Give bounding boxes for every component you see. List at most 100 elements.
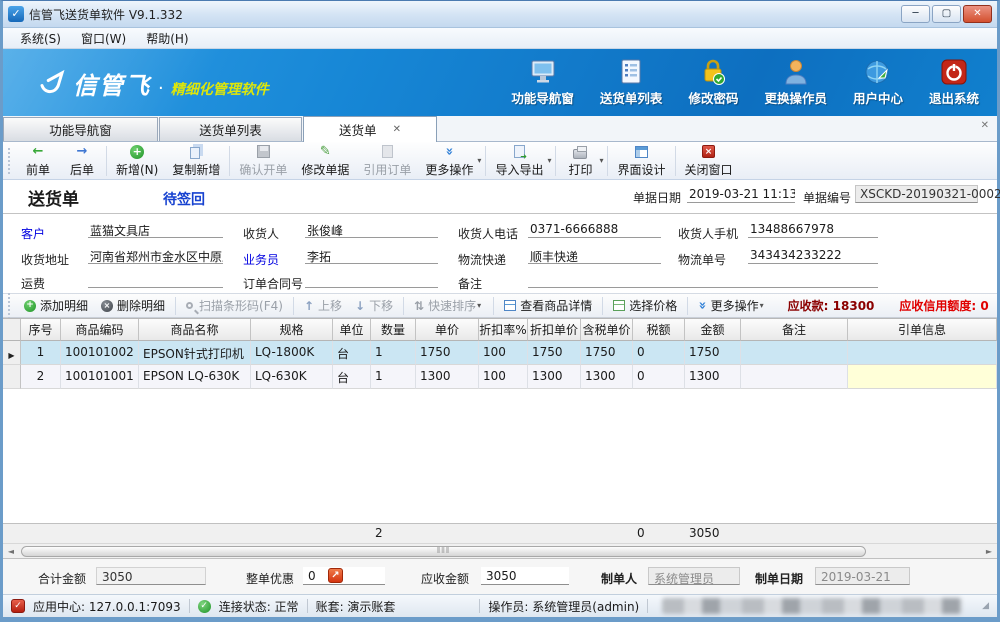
import-export-icon (514, 145, 525, 158)
col-header[interactable]: 引单信息 (848, 319, 997, 341)
tab-delivery-list[interactable]: 送货单列表 (159, 117, 302, 141)
create-date-field: 2019-03-21 (815, 567, 910, 585)
col-header[interactable]: 税额 (633, 319, 685, 341)
nav-delivery-list-button[interactable]: 送货单列表 (600, 58, 663, 107)
delete-detail-button[interactable]: ×删除明细 (96, 295, 170, 316)
print-button[interactable]: 打印 (558, 142, 602, 180)
tab-delivery-note[interactable]: 送货单 ✕ (303, 116, 437, 142)
banner: 信管飞 · 精细化管理软件 功能导航窗 送货单列表 修改密码 更换操作员 (3, 49, 997, 116)
address-field[interactable]: 河南省郑州市金水区中原路 (88, 247, 223, 264)
consignee-field[interactable]: 张俊峰 (305, 221, 438, 238)
move-down-button: ↓下移 (350, 295, 398, 316)
ui-design-button[interactable]: 界面设计 (610, 142, 672, 180)
divider (3, 213, 997, 214)
chevron-double-down-icon: » (442, 147, 457, 155)
separator (479, 599, 480, 613)
list-icon (616, 58, 646, 86)
mobile-label: 收货人手机 (678, 225, 738, 242)
mobile-field[interactable]: 13488667978 (748, 221, 878, 238)
total-amount-label: 合计金额 (38, 570, 86, 587)
toolbar-separator (485, 146, 486, 176)
col-header[interactable]: 商品名称 (139, 319, 251, 341)
tab-close-icon[interactable]: ✕ (393, 124, 401, 135)
minimize-button[interactable]: ─ (901, 5, 930, 23)
doc-no-label: 单据编号 (803, 189, 851, 206)
close-window-button[interactable]: ×关闭窗口 (678, 142, 740, 180)
copy-new-button[interactable]: 复制新增 (165, 142, 227, 180)
separator (175, 297, 176, 315)
view-product-detail-button[interactable]: 查看商品详情 (499, 295, 597, 316)
col-header[interactable]: 数量 (371, 319, 416, 341)
more-actions-button[interactable]: »更多操作 (418, 142, 480, 180)
col-header[interactable]: 规格 (251, 319, 333, 341)
receivable-amount: 应收款: 18300 (788, 297, 875, 314)
separator (493, 297, 494, 315)
discount-edit-icon[interactable]: ↗ (328, 568, 343, 583)
remark-field[interactable] (528, 271, 878, 288)
nav-exit-button[interactable]: 退出系统 (929, 58, 979, 107)
arrow-right-icon: → (74, 144, 90, 160)
col-header[interactable]: 单位 (333, 319, 371, 341)
col-header[interactable]: 金额 (685, 319, 741, 341)
doc-date-field[interactable]: 2019-03-21 11:13 (687, 186, 795, 203)
table-row-selected[interactable]: ▶ 1 100101002 EPSON针式打印机 LQ-1800K 台 1 17… (3, 341, 997, 365)
chevron-down-icon[interactable]: ▾ (599, 156, 603, 165)
customer-field[interactable]: 蓝猫文具店 (88, 221, 223, 238)
summary-tax: 0 (633, 524, 685, 543)
menu-window[interactable]: 窗口(W) (72, 28, 135, 49)
freight-field[interactable] (88, 271, 223, 288)
salesman-field[interactable]: 李拓 (305, 247, 438, 264)
col-header[interactable]: 单价 (416, 319, 479, 341)
close-button[interactable]: ✕ (963, 5, 992, 23)
nav-change-password-button[interactable]: 修改密码 (688, 58, 738, 107)
express-field[interactable]: 顺丰快递 (528, 247, 661, 264)
tab-function-window[interactable]: 功能导航窗 (3, 117, 158, 141)
col-header[interactable]: 备注 (741, 319, 848, 341)
modify-doc-button[interactable]: ✎修改单据 (294, 142, 356, 180)
detail-toolbar: +添加明细 ×删除明细 扫描条形码(F4) ↑上移 ↓下移 ⇅快速排序▾ 查看商… (3, 293, 997, 318)
chevron-down-icon[interactable]: ▾ (547, 156, 551, 165)
receivable-field[interactable]: 3050 (481, 567, 569, 585)
table-row[interactable]: 2 100101001 EPSON LQ-630K LQ-630K 台 1 13… (3, 365, 997, 389)
copy-icon (190, 147, 200, 159)
toolbar-separator (607, 146, 608, 176)
chevron-down-icon: ▾ (477, 301, 481, 310)
col-header[interactable]: 折扣单价 (528, 319, 581, 341)
chevron-down-icon[interactable]: ▾ (477, 156, 481, 165)
next-doc-button[interactable]: →后单 (60, 142, 104, 180)
nav-user-center-button[interactable]: 用户中心 (853, 58, 903, 107)
nav-switch-operator-button[interactable]: 更换操作员 (764, 58, 827, 107)
menu-system[interactable]: 系统(S) (11, 28, 70, 49)
customer-label[interactable]: 客户 (21, 225, 45, 242)
scrollbar-thumb[interactable] (21, 546, 866, 557)
horizontal-scrollbar[interactable]: ◄ ► (3, 543, 997, 558)
summary-amount: 3050 (685, 524, 741, 543)
detail-more-actions-button[interactable]: »更多操作▾ (693, 295, 770, 316)
select-price-button[interactable]: 选择价格 (608, 295, 682, 316)
price-table-icon (613, 300, 625, 311)
contract-field[interactable] (305, 271, 438, 288)
arrow-down-icon: ↓ (355, 299, 365, 313)
menu-help[interactable]: 帮助(H) (137, 28, 197, 49)
tracking-field[interactable]: 343434233222 (748, 247, 878, 264)
scroll-left-icon[interactable]: ◄ (3, 547, 19, 556)
scroll-right-icon[interactable]: ► (981, 547, 997, 556)
new-button[interactable]: +新增(N) (109, 142, 165, 180)
nav-function-window-button[interactable]: 功能导航窗 (511, 58, 574, 107)
col-header[interactable]: 序号 (21, 319, 61, 341)
col-header[interactable]: 含税单价 (581, 319, 633, 341)
phone-field[interactable]: 0371-6666888 (528, 221, 661, 238)
maximize-button[interactable]: ▢ (932, 5, 961, 23)
doc-type-title: 送货单 (28, 185, 79, 210)
tabstrip-close-icon[interactable]: ✕ (981, 120, 989, 131)
col-header[interactable]: 折扣率% (479, 319, 528, 341)
discount-field[interactable]: 0 (303, 567, 385, 585)
banner-actions: 功能导航窗 送货单列表 修改密码 更换操作员 用户中心 退出系统 (511, 58, 979, 107)
chevron-double-down-icon: » (695, 301, 710, 309)
brand-name: 信管飞 (73, 66, 151, 101)
salesman-label[interactable]: 业务员 (243, 251, 279, 268)
import-export-button[interactable]: 导入导出 (488, 142, 550, 180)
col-header[interactable]: 商品编码 (61, 319, 139, 341)
add-detail-button[interactable]: +添加明细 (19, 295, 93, 316)
prev-doc-button[interactable]: ←前单 (16, 142, 60, 180)
